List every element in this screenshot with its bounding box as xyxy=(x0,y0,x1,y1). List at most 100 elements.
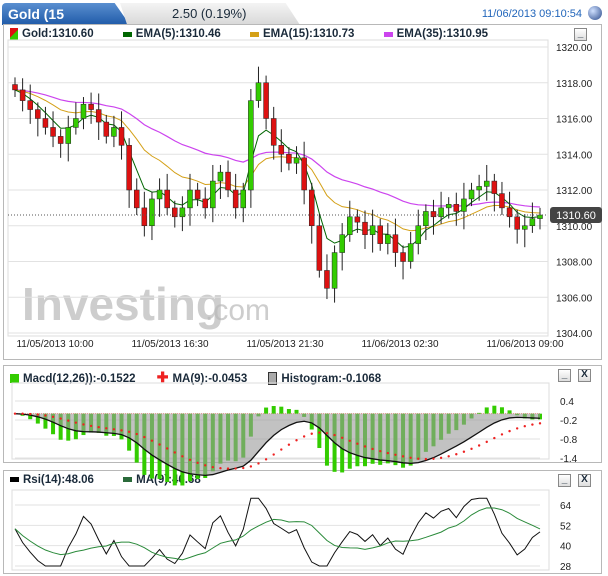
macd-bar xyxy=(264,407,269,414)
candle xyxy=(347,216,353,235)
candle xyxy=(529,218,536,227)
macd-ma-dot xyxy=(401,455,405,458)
candle xyxy=(461,198,467,212)
candle xyxy=(217,171,224,182)
macd-ma-dot xyxy=(417,457,420,460)
candle xyxy=(514,216,520,230)
macd-ma-dot xyxy=(302,435,306,438)
macd-ma-dot xyxy=(257,462,260,465)
candle xyxy=(369,225,376,235)
macd-ma-dot xyxy=(234,467,237,470)
macd-ma-dot xyxy=(135,432,138,436)
macd-ma-dot xyxy=(325,431,329,435)
chart-canvas[interactable]: Investing .com 1320.00 1318.00 1316.00 1314… xyxy=(0,0,608,576)
macd-ma-dot xyxy=(143,435,146,439)
macd-ma-dot xyxy=(204,464,207,467)
macd-ma-dot xyxy=(188,458,192,462)
macd-ma-dot xyxy=(158,443,161,446)
y-tick-label: 64 xyxy=(560,501,572,512)
candle xyxy=(240,189,247,209)
candle xyxy=(35,109,41,119)
macd-ma-dot xyxy=(477,444,481,447)
macd-ma-dot xyxy=(29,412,32,416)
macd-ma-dot xyxy=(97,425,100,429)
macd-ma-dot xyxy=(310,432,313,435)
macd-ma-dot xyxy=(181,455,184,458)
candle xyxy=(491,180,498,194)
svg-text:Investing: Investing xyxy=(22,278,224,330)
macd-bar xyxy=(294,409,299,414)
candle xyxy=(438,207,444,218)
candle xyxy=(445,204,452,209)
y-tick-label: 52 xyxy=(560,521,572,532)
macd-ma-dot xyxy=(74,421,78,424)
ema5-line xyxy=(14,89,541,248)
macd-ma-dot xyxy=(249,465,253,468)
x-tick-label: 11/05/2013 21:30 xyxy=(246,339,324,350)
rsi-ma-line xyxy=(14,507,541,561)
macd-ma-dot xyxy=(500,433,504,436)
candle xyxy=(95,109,102,123)
candle xyxy=(385,234,391,244)
macd-ma-dot xyxy=(89,424,93,428)
candle xyxy=(354,216,361,223)
y-tick-label: 1310.00 xyxy=(556,222,593,233)
macd-bar xyxy=(271,406,276,414)
y-tick-label: -0.8 xyxy=(560,435,578,446)
x-tick-label: 11/05/2013 10:00 xyxy=(16,339,94,350)
macd-ma-dot xyxy=(173,451,176,454)
candle xyxy=(468,189,475,200)
macd-ma-dot xyxy=(242,466,245,470)
macd-ma-dot xyxy=(508,429,511,433)
macd-ma-dot xyxy=(226,467,230,470)
macd-ma-dot xyxy=(371,447,374,451)
macd-ma-dot xyxy=(515,427,519,430)
candle xyxy=(80,103,87,119)
candle xyxy=(141,207,148,226)
candle xyxy=(377,225,383,244)
macd-ma-dot xyxy=(363,445,367,448)
macd-ma-dot xyxy=(348,439,351,442)
candle xyxy=(73,118,79,128)
candle xyxy=(156,189,163,200)
candle xyxy=(133,189,140,209)
watermark: Investing .com xyxy=(22,278,270,330)
macd-ma-dot xyxy=(211,465,215,469)
macd-ma-dot xyxy=(51,415,55,419)
macd-ma-dot xyxy=(82,423,85,426)
candle xyxy=(42,118,49,128)
macd-bar xyxy=(492,405,497,414)
macd-ma-dot xyxy=(112,428,116,431)
macd-ma-dot xyxy=(394,453,397,456)
macd-ma-dot xyxy=(295,439,298,442)
candle xyxy=(232,189,239,209)
macd-ma-dot xyxy=(196,461,199,465)
macd-ma-dot xyxy=(439,456,443,460)
candle xyxy=(483,180,490,187)
candle xyxy=(324,270,330,289)
candle xyxy=(103,121,110,137)
macd-ma-dot xyxy=(523,425,526,428)
candle xyxy=(316,225,323,271)
macd-ma-dot xyxy=(424,457,428,461)
macd-ma-dot xyxy=(105,427,108,430)
macd-ma-dot xyxy=(340,436,344,440)
candle xyxy=(407,243,414,262)
candle xyxy=(453,204,460,212)
y-tick-label: 1314.00 xyxy=(556,150,593,161)
macd-ma-dot xyxy=(13,412,17,415)
candle xyxy=(331,252,338,289)
candle xyxy=(248,100,254,191)
candle xyxy=(149,198,155,226)
candle xyxy=(278,145,285,155)
candle xyxy=(423,211,429,226)
candle xyxy=(430,211,437,218)
y-tick-label: 40 xyxy=(560,542,572,553)
candle xyxy=(210,180,216,209)
candle xyxy=(202,198,208,209)
y-tick-label: 1308.00 xyxy=(556,258,593,269)
candle xyxy=(65,127,72,144)
candle xyxy=(537,214,543,219)
macd-bar xyxy=(279,406,284,414)
macd-bar xyxy=(286,409,291,414)
